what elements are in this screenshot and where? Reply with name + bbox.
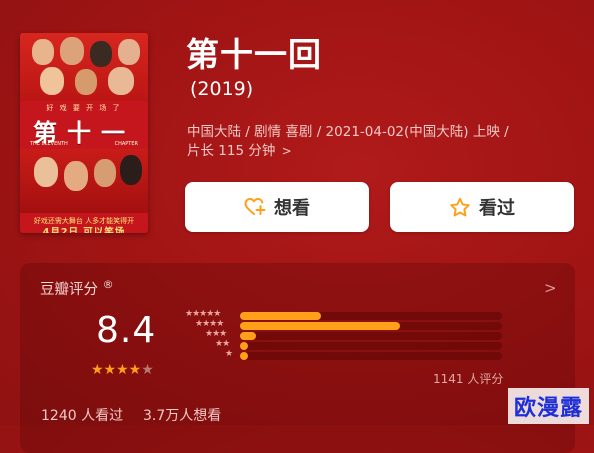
poster-cast-face	[94, 159, 116, 187]
distribution-stars-icon: ★★★★	[195, 319, 224, 329]
want-count[interactable]: 3.7万人想看	[143, 405, 221, 425]
poster-cast-face	[90, 41, 112, 67]
poster-cast-face	[32, 39, 54, 65]
movie-meta-line: 中国大陆 / 剧情 喜剧 / 2021-04-02(中国大陆) 上映 /	[187, 124, 509, 140]
distribution-stars-icon: ★★	[215, 339, 230, 349]
poster-english-title: THE ELEVENTH	[30, 141, 68, 147]
watched-button[interactable]: 看过	[390, 182, 574, 232]
movie-runtime: 片长 115 分钟	[187, 143, 276, 159]
stars-empty-icon: ★	[141, 362, 154, 378]
movie-runtime-link[interactable]: 片长 115 分钟 >	[187, 139, 292, 159]
distribution-stars-icon: ★★★★★	[185, 309, 221, 319]
watermark: 欧漫露	[508, 388, 590, 424]
chevron-right-icon: >	[281, 144, 292, 158]
want-to-watch-label: 想看	[274, 198, 310, 219]
distribution-row: ★	[183, 349, 513, 361]
rating-score: 8.4	[96, 310, 157, 351]
registered-mark: ®	[102, 278, 114, 291]
distribution-stars-icon: ★★★	[205, 329, 227, 339]
distribution-row: ★★★★★	[183, 309, 513, 321]
distribution-bar	[240, 312, 322, 320]
stars-filled-icon: ★★★★	[91, 362, 142, 378]
distribution-bar	[240, 342, 248, 350]
distribution-row: ★★★	[183, 329, 513, 341]
poster-cast-face	[60, 37, 84, 65]
distribution-bar	[240, 352, 248, 360]
poster-cast-face	[120, 155, 142, 185]
poster-english-subtitle: CHAPTER	[114, 141, 138, 147]
poster-cast-face	[40, 67, 64, 95]
poster-cast-face	[75, 69, 97, 95]
distribution-track	[240, 332, 502, 340]
movie-year: (2019)	[190, 78, 254, 100]
distribution-track	[240, 352, 502, 360]
watched-count[interactable]: 1240 人看过	[41, 405, 123, 425]
poster-cast-face	[34, 157, 58, 187]
watched-label: 看过	[479, 198, 515, 219]
distribution-stars-icon: ★	[225, 349, 233, 359]
distribution-bar	[240, 332, 256, 340]
chevron-right-icon[interactable]: >	[544, 279, 557, 297]
rating-count[interactable]: 1141 人评分	[433, 370, 503, 387]
distribution-bar	[240, 322, 400, 330]
poster-cast-band-lower	[20, 149, 148, 213]
rating-stars: ★★★★★	[91, 362, 154, 378]
poster-cast-band	[20, 33, 148, 101]
distribution-row: ★★★★	[183, 319, 513, 331]
poster-cast-face	[108, 67, 134, 95]
poster-cast-face	[64, 161, 88, 191]
heart-plus-icon	[244, 197, 266, 215]
movie-title: 第十一回	[186, 35, 322, 74]
distribution-row: ★★	[183, 339, 513, 351]
want-to-watch-button[interactable]: 想看	[185, 182, 369, 232]
distribution-track	[240, 322, 502, 330]
poster-subtitle: 好 戏 要 开 场 了	[46, 104, 122, 112]
poster-release-date: 4月2日 可以笑场	[42, 227, 126, 233]
star-outline-icon	[450, 197, 470, 216]
movie-poster[interactable]: 好 戏 要 开 场 了 第十一回 THE ELEVENTH CHAPTER 好戏…	[20, 33, 148, 233]
rating-source-label: 豆瓣评分 ®	[40, 278, 114, 299]
distribution-track	[240, 312, 502, 320]
poster-cast-face	[118, 39, 140, 65]
rating-source-text: 豆瓣评分	[40, 282, 98, 298]
distribution-track	[240, 342, 502, 350]
